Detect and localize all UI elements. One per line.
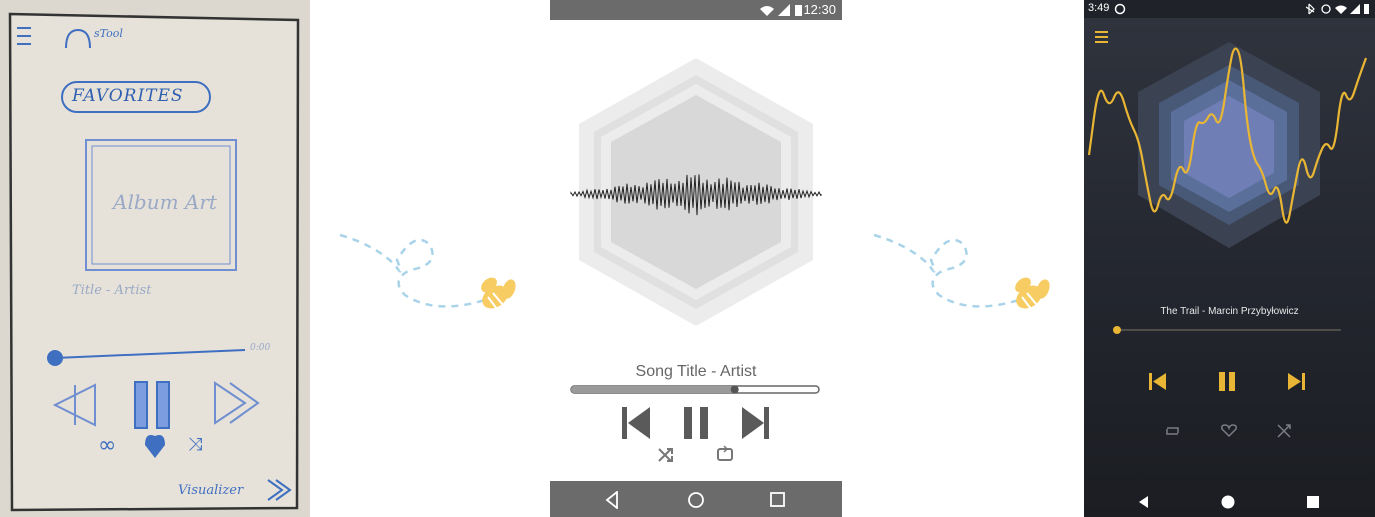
prev-button[interactable] bbox=[622, 407, 650, 439]
bee-trail-2 bbox=[873, 233, 1020, 308]
dark-status-time: 3:49 bbox=[1088, 2, 1110, 14]
bee-trail-decoration-1 bbox=[339, 233, 516, 310]
bluetooth-icon bbox=[1306, 3, 1315, 15]
bee-trail-1 bbox=[339, 233, 486, 308]
wireframe-status-bar: 12:30 bbox=[550, 0, 842, 20]
dark-progress-bar[interactable] bbox=[1112, 324, 1344, 336]
prev-icon bbox=[622, 407, 627, 439]
dark-repeat-icon bbox=[1166, 427, 1179, 435]
dark-player-panel: 3:49 The Trail - Marcin Przybyłowicz bbox=[1084, 0, 1375, 517]
notification-icon bbox=[1114, 3, 1126, 15]
shuffle-button[interactable] bbox=[658, 448, 673, 462]
wifi-icon bbox=[760, 6, 774, 16]
next-icon bbox=[742, 407, 764, 439]
sketch-app-name: sTool bbox=[94, 27, 123, 40]
repeat-button[interactable] bbox=[717, 445, 733, 461]
dark-heart-icon bbox=[1221, 424, 1237, 438]
wireframe-visualizer bbox=[570, 58, 822, 326]
sketch-pause-icon bbox=[134, 381, 148, 429]
dark-next-icon bbox=[1288, 373, 1301, 390]
dark-back-icon[interactable] bbox=[1139, 496, 1148, 508]
sketch-favorites-label: FAVORITES bbox=[72, 86, 184, 106]
wireframe-panel: 12:30 Song Title - Artist bbox=[550, 0, 842, 517]
battery-icon bbox=[795, 5, 802, 16]
dark-status-bar: 3:49 bbox=[1084, 0, 1375, 18]
recents-icon[interactable] bbox=[770, 492, 785, 507]
bee-icon bbox=[481, 277, 516, 310]
pause-button[interactable] bbox=[684, 407, 708, 439]
wireframe-nav-bar bbox=[550, 481, 842, 517]
next-button[interactable] bbox=[742, 407, 769, 439]
signal-icon bbox=[778, 4, 790, 16]
back-icon[interactable] bbox=[605, 491, 618, 509]
dark-favorite-button[interactable] bbox=[1221, 424, 1237, 438]
sketch-title-artist-label: Title - Artist bbox=[72, 283, 152, 298]
dark-next-button[interactable] bbox=[1288, 373, 1305, 390]
wireframe-progress-bar[interactable] bbox=[570, 383, 822, 397]
battery-icon bbox=[1364, 4, 1369, 14]
song-title: Song Title - Artist bbox=[635, 363, 757, 380]
dark-prev-button[interactable] bbox=[1149, 373, 1166, 390]
dark-repeat-button[interactable] bbox=[1166, 427, 1179, 435]
dark-visualizer bbox=[1087, 42, 1368, 248]
dark-pause-button[interactable] bbox=[1219, 372, 1235, 391]
sketch-repeat-icon: ∞ bbox=[98, 433, 116, 458]
shuffle-icon bbox=[658, 448, 673, 462]
dark-nav-bar bbox=[1139, 495, 1319, 509]
bee-icon bbox=[1015, 277, 1050, 310]
signal-icon bbox=[1350, 4, 1360, 14]
dark-status-icons bbox=[1306, 3, 1369, 15]
dark-prev-icon bbox=[1149, 373, 1152, 390]
wireframe-secondary-controls bbox=[658, 445, 733, 462]
bee-trail-decoration-2 bbox=[873, 233, 1050, 310]
progress-fill bbox=[571, 386, 735, 393]
sketch-drawing: ∞ ⤨ bbox=[8, 12, 300, 512]
dark-controls bbox=[1149, 372, 1305, 391]
vibrate-icon bbox=[1321, 4, 1331, 14]
wireframe-status-time: 12:30 bbox=[803, 2, 836, 17]
progress-thumb bbox=[730, 385, 739, 394]
dark-home-icon[interactable] bbox=[1221, 495, 1235, 509]
track-title: The Trail - Marcin Przybyłowicz bbox=[1160, 306, 1299, 317]
sketch-panel: ∞ ⤨ sTool FAVORITES Album Art Title - Ar… bbox=[0, 0, 310, 517]
sketch-shuffle-icon: ⤨ bbox=[188, 434, 202, 455]
sketch-time-label: 0:00 bbox=[250, 343, 271, 353]
pause-icon bbox=[684, 407, 692, 439]
dark-recents-icon[interactable] bbox=[1307, 496, 1319, 508]
wifi-icon bbox=[1335, 5, 1347, 14]
home-icon[interactable] bbox=[688, 492, 704, 508]
dark-pause-icon bbox=[1219, 372, 1225, 391]
dark-secondary-controls bbox=[1166, 424, 1291, 438]
sketch-brand-label: Visualizer bbox=[178, 483, 244, 498]
wireframe-controls bbox=[622, 407, 769, 439]
sketch-album-art-label: Album Art bbox=[113, 190, 217, 214]
dark-shuffle-button[interactable] bbox=[1277, 424, 1291, 438]
dark-progress-thumb bbox=[1113, 326, 1121, 334]
dark-shuffle-icon bbox=[1277, 424, 1291, 438]
